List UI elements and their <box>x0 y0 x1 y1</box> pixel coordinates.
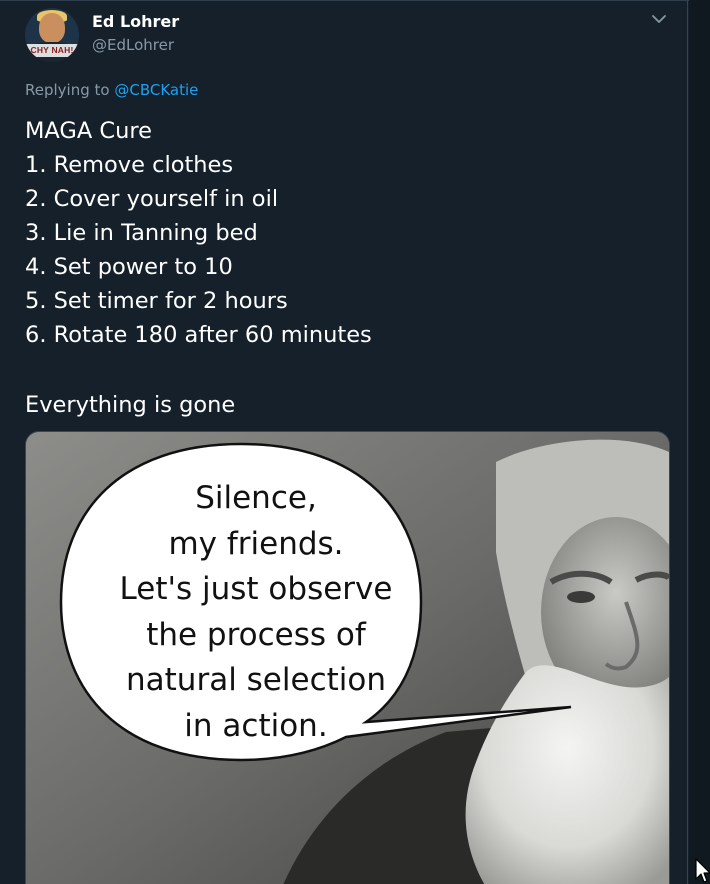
bubble-line: the process of <box>146 616 366 653</box>
bubble-line: my friends. <box>168 525 344 562</box>
tweet-image[interactable]: Silence, my friends. Let's just observe … <box>25 431 670 884</box>
tweet-line: 3. Lie in Tanning bed <box>25 220 258 246</box>
top-divider <box>0 0 710 1</box>
bubble-line: natural selection <box>126 662 386 698</box>
column-border <box>687 0 688 884</box>
bubble-line: in action. <box>184 707 328 744</box>
tweet-detail-view: CHY NAH! Ed Lohrer @EdLohrer Replying to… <box>0 0 710 884</box>
tweet-line: 5. Set timer for 2 hours <box>25 288 288 314</box>
speech-bubble-text: Silence, my friends. Let's just observe … <box>66 476 446 749</box>
tweet-line: MAGA Cure <box>25 118 152 144</box>
replying-to: Replying to @CBCKatie <box>25 81 198 99</box>
replying-to-label: Replying to <box>25 81 110 99</box>
bubble-line: Silence, <box>195 480 317 516</box>
avatar-face <box>39 13 65 43</box>
tweet-closing-line: Everything is gone <box>25 392 236 418</box>
tweet-text: MAGA Cure 1. Remove clothes 2. Cover you… <box>25 114 665 422</box>
tweet-line: 1. Remove clothes <box>25 152 234 178</box>
scrollbar-track[interactable] <box>689 0 710 884</box>
avatar-caption: CHY NAH! <box>30 45 74 55</box>
mouse-cursor-icon <box>695 858 710 883</box>
author-display-name[interactable]: Ed Lohrer <box>92 12 179 31</box>
author-handle[interactable]: @EdLohrer <box>92 36 174 54</box>
tweet-line: 2. Cover yourself in oil <box>25 186 279 212</box>
bubble-line: Let's just observe <box>119 571 393 607</box>
chevron-down-icon[interactable] <box>650 10 668 28</box>
avatar[interactable]: CHY NAH! <box>25 8 79 62</box>
tweet-line: 4. Set power to 10 <box>25 254 233 280</box>
reply-mention-link[interactable]: @CBCKatie <box>114 81 198 99</box>
tweet-line: 6. Rotate 180 after 60 minutes <box>25 322 372 348</box>
